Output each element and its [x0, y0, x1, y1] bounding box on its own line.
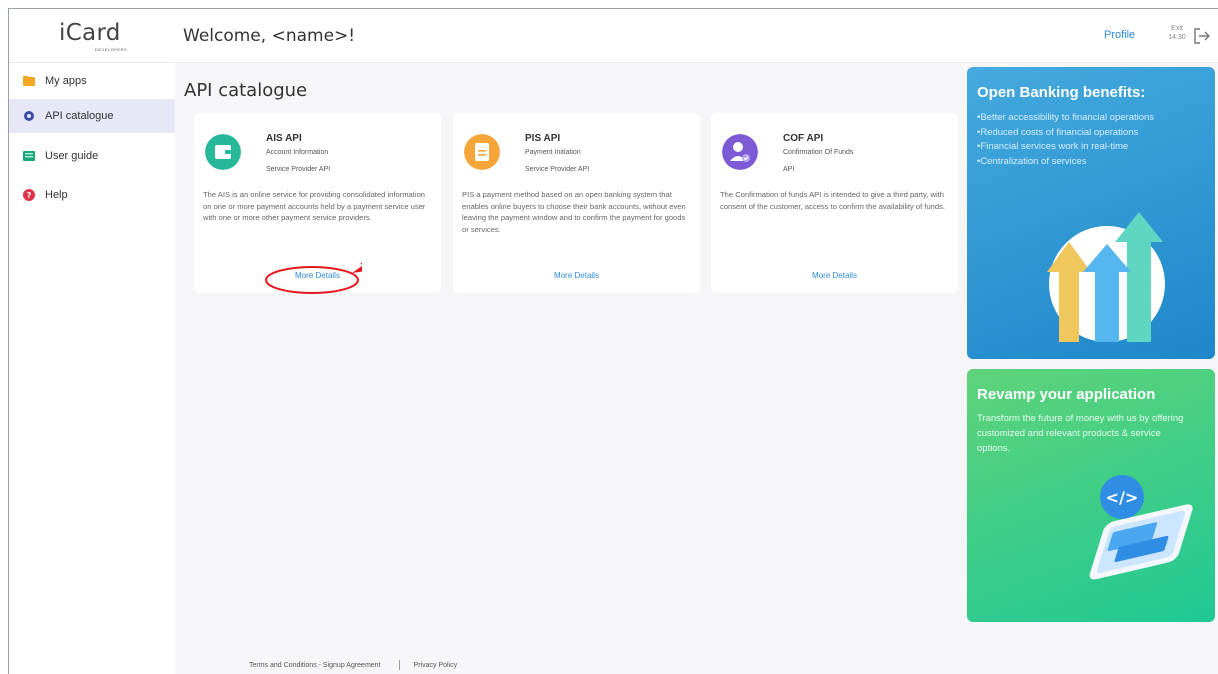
phone-code-illustration: </> — [1089, 475, 1193, 580]
clipboard-icon — [464, 134, 500, 170]
terms-link[interactable]: Terms and Conditions - Signup Agreement — [249, 662, 381, 669]
api-card-pis: PIS API Payment Initiation Service Provi… — [453, 113, 700, 293]
gear-icon — [24, 111, 34, 121]
sidebar-item-my-apps[interactable]: My apps — [9, 64, 175, 98]
more-details-link[interactable]: More Details — [453, 271, 700, 280]
card-description: The AIS is an online service for providi… — [203, 190, 426, 222]
privacy-link[interactable]: Privacy Policy — [414, 662, 458, 669]
more-details-link[interactable]: More Details — [711, 271, 958, 280]
promo-title: Open Banking benefits: — [977, 84, 1146, 101]
card-title: AIS API — [266, 133, 302, 144]
card-description: PIS a payment method based on an open ba… — [462, 190, 686, 234]
more-details-link[interactable]: More Details — [194, 271, 441, 280]
icard-logo[interactable]: iCard DEVELOPERS — [59, 20, 149, 54]
benefit-item: •Financial services work in real-time — [977, 141, 1129, 152]
logo-text: iCard — [59, 20, 121, 46]
api-card-ais: AIS API Account Information Service Prov… — [194, 113, 441, 293]
benefit-item: •Centralization of services — [977, 155, 1087, 167]
benefits-list: •Better accessibility to financial opera… — [977, 111, 1213, 169]
card-subtitle: API — [783, 166, 795, 173]
logo-subtext: DEVELOPERS — [95, 47, 128, 52]
user-check-icon — [722, 134, 758, 170]
card-subtitle: Payment Initiation — [525, 149, 581, 156]
sidebar-item-api-catalogue[interactable]: API catalogue — [9, 99, 175, 133]
card-subtitle: Service Provider API — [266, 166, 331, 173]
card-title: COF API — [783, 133, 824, 144]
card-description: The Confirmation of funds API is intende… — [720, 190, 945, 211]
sidebar-item-user-guide[interactable]: User guide — [9, 139, 175, 173]
page-title: API catalogue — [184, 80, 308, 101]
growth-arrows-illustration — [1047, 212, 1165, 342]
sidebar-item-label: API catalogue — [45, 110, 114, 122]
top-bar: iCard DEVELOPERS Welcome, <name>! Profil… — [9, 9, 1218, 63]
folder-icon — [23, 76, 35, 86]
benefit-item: •Better accessibility to financial opera… — [977, 112, 1155, 123]
logout-icon[interactable] — [1193, 27, 1211, 45]
api-card-cof: COF API Confirmation Of Funds API The Co… — [711, 113, 958, 293]
card-title: PIS API — [525, 133, 561, 144]
session-time: 14:30 — [1168, 34, 1186, 41]
open-banking-promo: Open Banking benefits: •Better accessibi… — [967, 67, 1215, 359]
card-subtitle: Account Information — [266, 149, 329, 156]
promo-text: Transform the future of money with us by… — [977, 413, 1184, 454]
benefit-item: •Reduced costs of financial operations — [977, 126, 1139, 138]
book-icon — [23, 151, 35, 161]
card-subtitle: Service Provider API — [525, 166, 590, 173]
footer-divider — [398, 660, 400, 670]
svg-text:</>: </> — [1106, 488, 1139, 507]
wallet-icon — [205, 134, 241, 170]
promo-title: Revamp your application — [977, 386, 1156, 403]
sidebar-item-help[interactable]: ? Help — [9, 178, 175, 212]
help-icon: ? — [23, 189, 35, 201]
profile-link[interactable]: Profile — [1104, 29, 1135, 41]
sidebar-item-label: User guide — [45, 150, 99, 162]
session-info: Exit 14:30 — [1167, 24, 1187, 42]
sidebar: My apps API catalogue User guide ? Help — [9, 63, 175, 674]
welcome-message: Welcome, <name>! — [183, 26, 356, 46]
footer: Terms and Conditions - Signup Agreement … — [249, 660, 457, 670]
svg-text:?: ? — [27, 191, 32, 200]
exit-label: Exit — [1171, 25, 1183, 32]
app-window: iCard DEVELOPERS Welcome, <name>! Profil… — [8, 8, 1218, 674]
sidebar-item-label: Help — [45, 189, 68, 201]
revamp-promo: Revamp your application Transform the fu… — [967, 369, 1215, 622]
card-subtitle: Confirmation Of Funds — [783, 149, 854, 156]
sidebar-item-label: My apps — [45, 75, 87, 87]
